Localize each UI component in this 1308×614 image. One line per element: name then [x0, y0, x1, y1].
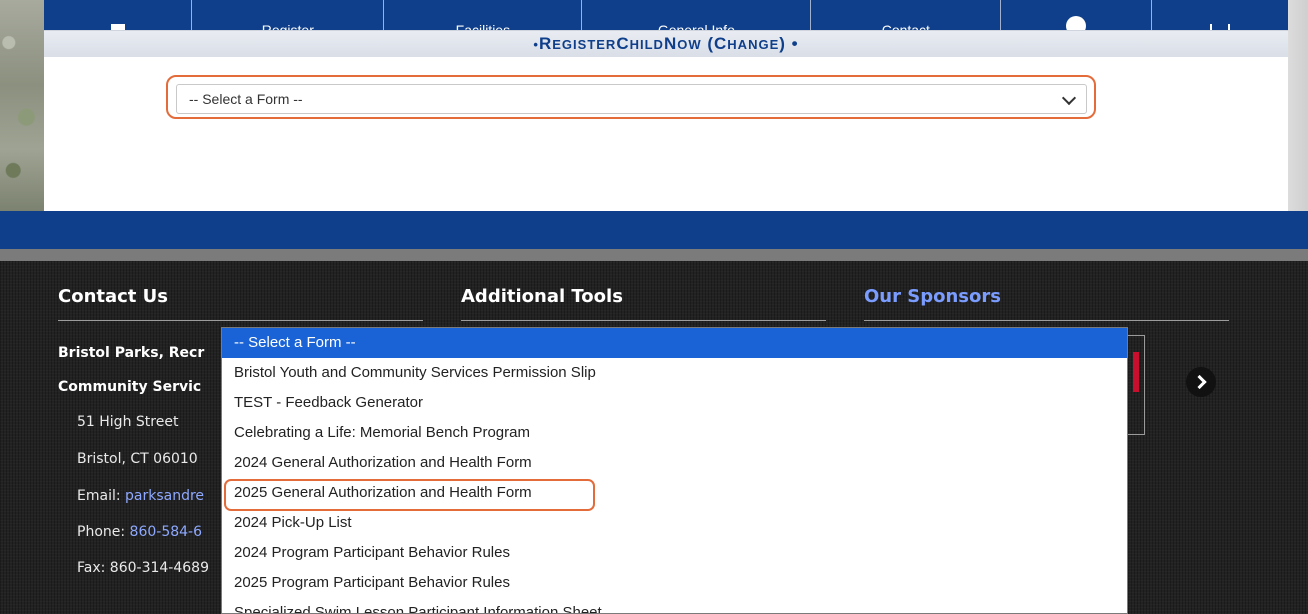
dropdown-option[interactable]: Specialized Swim Lesson Participant Info… [222, 598, 1127, 613]
nav-register-label: Register [261, 22, 314, 30]
main-nav: Register Facilities General Info Contact [44, 0, 1288, 31]
chevron-down-icon [1061, 90, 1077, 106]
nav-facilities[interactable]: Facilities [384, 0, 583, 30]
dropdown-option[interactable]: 2025 Program Participant Behavior Rules [222, 568, 1127, 598]
email-line: Email: parksandre [77, 488, 204, 504]
blue-divider-band [0, 211, 1308, 249]
globe-icon [1066, 16, 1087, 30]
change-link-text: HANGE [727, 37, 780, 52]
nav-home[interactable] [44, 0, 193, 30]
dropdown-option[interactable]: 2024 General Authorization and Health Fo… [222, 448, 1127, 478]
tools-rule [461, 320, 826, 321]
home-icon [110, 24, 125, 30]
sponsor-next-button[interactable] [1186, 367, 1216, 397]
banner-text: OW [677, 36, 702, 52]
nav-general-info[interactable]: General Info [582, 0, 812, 30]
email-label: Email: [77, 488, 126, 504]
our-sponsors-heading: Our Sponsors [864, 286, 1001, 307]
nav-general-info-label: General Info [657, 22, 735, 30]
fax-line: Fax: 860-314-4689 [77, 560, 209, 576]
change-link[interactable]: CHANGE [714, 34, 779, 54]
contact-us-heading: Contact Us [58, 286, 169, 307]
banner-text: HILD [629, 36, 664, 52]
form-select-dropdown: -- Select a Form -- Bristol Youth and Co… [221, 327, 1128, 614]
background-photo [0, 0, 44, 213]
nav-register[interactable]: Register [192, 0, 385, 30]
banner-paren: ( [701, 34, 715, 53]
banner-text: C [616, 34, 630, 53]
chevron-right-icon [1192, 374, 1207, 390]
cart-icon [1209, 24, 1230, 30]
dropdown-option[interactable]: -- Select a Form -- [222, 328, 1127, 358]
address-street: 51 High Street [77, 414, 179, 430]
phone-line: Phone: 860-584-6 [77, 524, 202, 540]
nav-globe[interactable] [1001, 0, 1152, 30]
contact-rule [58, 320, 423, 321]
banner-text: EGISTER [552, 36, 617, 52]
banner-text: R [538, 34, 553, 53]
additional-tools-heading: Additional Tools [461, 286, 623, 307]
page-edge [1288, 0, 1308, 213]
form-select[interactable]: -- Select a Form -- [176, 84, 1087, 114]
dropdown-option[interactable]: Bristol Youth and Community Services Per… [222, 358, 1127, 388]
dropdown-option[interactable]: Celebrating a Life: Memorial Bench Progr… [222, 418, 1127, 448]
nav-contact[interactable]: Contact [811, 0, 1002, 30]
sponsors-rule [864, 320, 1229, 321]
nav-facilities-label: Facilities [455, 22, 511, 30]
option-highlight-outline [224, 479, 595, 511]
nav-cart[interactable] [1152, 0, 1288, 30]
register-child-banner: • R EGISTER C HILD N OW ( CHANGE ) • [44, 31, 1288, 57]
dropdown-option[interactable]: TEST - Feedback Generator [222, 388, 1127, 418]
banner-text: N [663, 34, 678, 53]
phone-link[interactable]: 860-584-6 [130, 524, 202, 540]
dropdown-option[interactable]: 2024 Program Participant Behavior Rules [222, 538, 1127, 568]
sponsor-logo-accent [1133, 352, 1139, 392]
org-subname: Community Servic [58, 379, 202, 395]
phone-label: Phone: [77, 524, 130, 540]
change-link-text: C [714, 34, 728, 53]
address-city: Bristol, CT 06010 [77, 451, 198, 467]
form-select-value: -- Select a Form -- [189, 91, 303, 107]
nav-contact-label: Contact [881, 22, 930, 30]
org-name: Bristol Parks, Recr [58, 345, 205, 361]
email-link[interactable]: parksandre [125, 488, 204, 504]
gray-divider [0, 249, 1308, 261]
dropdown-option[interactable]: 2024 Pick-Up List [222, 508, 1127, 538]
banner-paren: ) • [779, 34, 799, 53]
